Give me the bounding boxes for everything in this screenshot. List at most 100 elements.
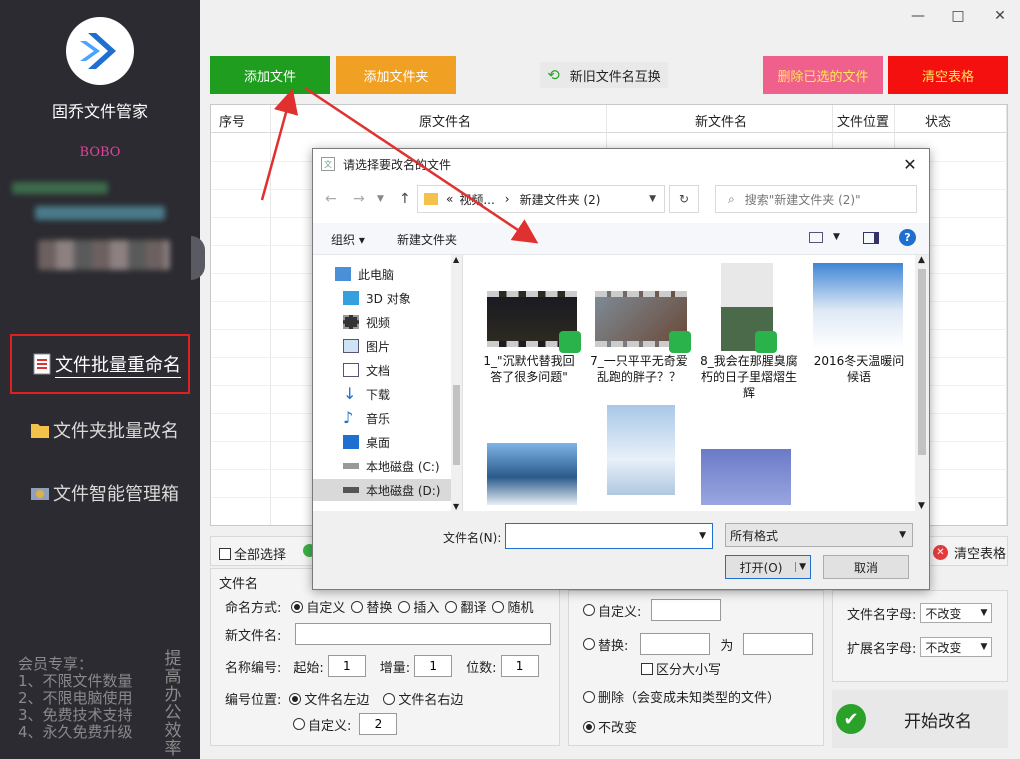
film-icon bbox=[343, 315, 359, 329]
digits-input[interactable] bbox=[500, 655, 539, 677]
column-header-status[interactable]: 状态 bbox=[925, 111, 951, 130]
column-header-index[interactable]: 序号 bbox=[219, 111, 245, 130]
file-item-video-1[interactable]: 1_"沉默代替我回答了很多问题" bbox=[477, 255, 587, 405]
swap-names-button[interactable]: ⟲ 新旧文件名互换 bbox=[540, 62, 668, 88]
file-name: 1_"沉默代替我回答了很多问题" bbox=[483, 354, 575, 384]
back-icon[interactable]: ← bbox=[325, 191, 337, 207]
delete-selected-button[interactable]: 删除已选的文件 bbox=[763, 56, 883, 94]
mode-random-radio[interactable] bbox=[492, 600, 505, 613]
dialog-title-bar: 文 请选择要改名的文件 bbox=[313, 149, 929, 179]
ext-delete-radio[interactable] bbox=[583, 690, 595, 703]
tree-item-videos[interactable]: 视频 bbox=[343, 311, 461, 333]
select-all-checkbox[interactable]: 全部选择 bbox=[219, 544, 286, 563]
help-icon[interactable]: ? bbox=[899, 229, 916, 246]
position-right-radio[interactable] bbox=[383, 692, 396, 705]
tree-item-drive-c[interactable]: 本地磁盘 (C:) bbox=[343, 455, 461, 477]
search-box[interactable]: ⌕ 搜索"新建文件夹 (2)" bbox=[715, 185, 917, 213]
tree-item-pictures[interactable]: 图片 bbox=[343, 335, 461, 357]
column-header-new-name[interactable]: 新文件名 bbox=[695, 111, 747, 130]
open-button[interactable]: 打开(O) ▼ bbox=[725, 555, 811, 579]
organize-menu[interactable]: 组织 ▾ bbox=[331, 231, 365, 248]
start-number-input[interactable] bbox=[327, 655, 366, 677]
step-input[interactable] bbox=[414, 655, 453, 677]
cancel-button[interactable]: 取消 bbox=[823, 555, 909, 579]
new-name-input[interactable] bbox=[295, 623, 552, 645]
forward-icon[interactable]: → bbox=[353, 191, 365, 207]
add-folder-button[interactable]: 添加文件夹 bbox=[336, 56, 456, 94]
nav-file-batch-rename[interactable]: 文件批量重命名 bbox=[10, 334, 190, 394]
position-custom-radio[interactable] bbox=[293, 718, 305, 730]
dialog-close-button[interactable]: ✕ bbox=[899, 153, 921, 175]
ext-custom-input[interactable] bbox=[651, 599, 722, 621]
clear-icon: ✕ bbox=[933, 545, 948, 560]
chevron-down-icon[interactable]: ▼ bbox=[649, 194, 656, 204]
minimize-button[interactable]: — bbox=[906, 4, 930, 28]
column-header-location[interactable]: 文件位置 bbox=[837, 111, 889, 130]
tree-item-music[interactable]: ♪ 音乐 bbox=[343, 407, 461, 429]
clear-table-button[interactable]: 清空表格 bbox=[888, 56, 1008, 94]
scroll-up-icon: ▲ bbox=[453, 255, 460, 264]
naming-mode-row: 命名方式: 自定义 替换 插入 翻译 随机 bbox=[225, 600, 534, 616]
collapse-tab[interactable] bbox=[191, 236, 205, 280]
nav-smart-manager[interactable]: 文件智能管理箱 bbox=[10, 463, 190, 523]
nav-folder-batch-rename[interactable]: 文件夹批量改名 bbox=[10, 400, 190, 460]
maximize-button[interactable]: □ bbox=[946, 4, 970, 28]
case-panel: 文件名字母: 不改变 ▼ 扩展名字母: 不改变 ▼ bbox=[832, 590, 1008, 682]
history-chevron-icon[interactable]: ▼ bbox=[377, 194, 384, 204]
tree-item-drive-d[interactable]: 本地磁盘 (D:) bbox=[313, 479, 453, 501]
chevron-down-icon: ▼ bbox=[980, 608, 988, 618]
file-name: 2016冬天温暖问候语 bbox=[813, 354, 905, 384]
navigation-tree: 此电脑 3D 对象 视频 图片 文档 ↓ 下载 ♪ 音乐 桌面 本地磁盘 (C:) … bbox=[313, 255, 463, 511]
name-case-select[interactable]: 不改变 ▼ bbox=[920, 603, 993, 623]
column-header-original-name[interactable]: 原文件名 bbox=[419, 111, 471, 130]
clear-table-link[interactable]: ✕ 清空表格 bbox=[933, 543, 1006, 562]
tree-item-documents[interactable]: 文档 bbox=[343, 359, 461, 381]
view-icon[interactable] bbox=[809, 232, 823, 243]
file-type-filter[interactable]: 所有格式 ▼ bbox=[725, 523, 913, 547]
ext-replace-from-input[interactable] bbox=[640, 633, 711, 655]
ext-custom-radio[interactable] bbox=[583, 604, 595, 616]
mode-translate-radio[interactable] bbox=[445, 600, 458, 613]
mode-insert-radio[interactable] bbox=[398, 600, 411, 613]
ext-unchanged-radio[interactable] bbox=[583, 720, 595, 733]
numbering-row: 名称编号: 起始: 增量: 位数: bbox=[225, 655, 539, 677]
file-item-video-3[interactable]: 8_我会在那腥臭腐朽的日子里熠熠生辉 bbox=[697, 255, 807, 415]
file-item-image-3[interactable] bbox=[587, 405, 697, 511]
filename-input[interactable]: ▼ bbox=[505, 523, 713, 549]
scroll-up-icon: ▲ bbox=[918, 255, 925, 265]
address-bar[interactable]: « 视频... › 新建文件夹 (2) ▼ bbox=[417, 185, 665, 213]
app-name: 固乔文件管家 bbox=[51, 102, 148, 121]
preview-pane-icon[interactable] bbox=[863, 232, 879, 244]
tree-item-this-pc[interactable]: 此电脑 bbox=[335, 263, 453, 285]
file-item-image-2[interactable] bbox=[477, 415, 587, 511]
files-scrollbar[interactable]: ▲ ▼ bbox=[915, 255, 929, 511]
tree-item-downloads[interactable]: ↓ 下载 bbox=[343, 383, 461, 405]
position-left-radio[interactable] bbox=[289, 692, 302, 705]
mode-replace-radio[interactable] bbox=[351, 600, 364, 613]
member-benefits: 会员专享： 1、不限文件数量 2、不限电脑使用 3、免费技术支持 4、永久免费升… bbox=[18, 655, 133, 741]
tree-scrollbar[interactable]: ▲ ▼ bbox=[451, 255, 462, 511]
document-icon bbox=[343, 363, 359, 377]
add-file-button[interactable]: 添加文件 bbox=[210, 56, 330, 94]
close-button[interactable]: ✕ bbox=[988, 4, 1012, 28]
drive-icon bbox=[343, 463, 359, 469]
up-icon[interactable]: ↑ bbox=[399, 191, 411, 207]
picture-icon bbox=[343, 339, 359, 353]
start-rename-button[interactable]: ✔ 开始改名 bbox=[832, 690, 1008, 748]
refresh-button[interactable]: ↻ bbox=[669, 185, 699, 213]
position-custom-input[interactable] bbox=[359, 713, 398, 735]
tree-item-3d-objects[interactable]: 3D 对象 bbox=[343, 287, 461, 309]
ext-case-select[interactable]: 不改变 ▼ bbox=[920, 637, 993, 657]
checkbox[interactable] bbox=[219, 547, 231, 560]
tree-item-desktop[interactable]: 桌面 bbox=[343, 431, 461, 453]
new-folder-button[interactable]: 新建文件夹 bbox=[397, 231, 457, 248]
case-sensitive-checkbox[interactable] bbox=[641, 662, 653, 675]
file-item-video-2[interactable]: 7_一只平平无奇爱乱跑的胖子？？ bbox=[587, 255, 697, 405]
file-item-image-1[interactable]: 2016冬天温暖问候语 bbox=[805, 255, 915, 405]
mode-custom-radio[interactable] bbox=[291, 600, 304, 613]
ext-replace-to-input[interactable] bbox=[743, 633, 814, 655]
ext-replace-radio[interactable] bbox=[583, 638, 595, 650]
chevron-down-icon[interactable]: ▼ bbox=[833, 232, 840, 242]
file-item-image-4[interactable] bbox=[697, 415, 807, 511]
music-icon: ♪ bbox=[343, 408, 354, 427]
